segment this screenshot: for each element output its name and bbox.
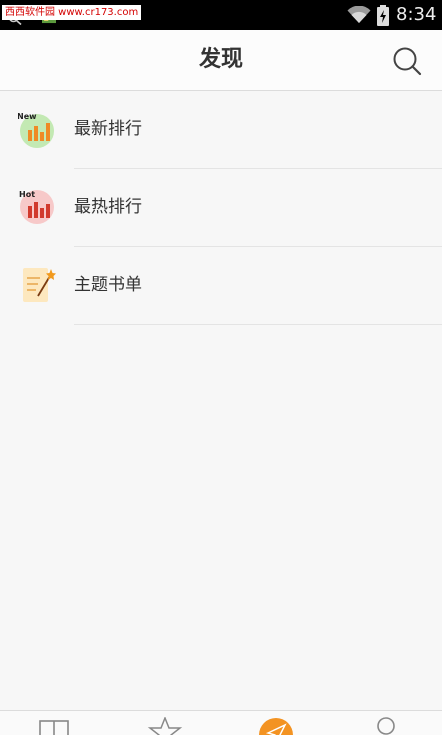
search-button[interactable] (390, 44, 424, 78)
list-item-hot-ranking[interactable]: Hot 最热排行 (0, 169, 442, 247)
wifi-icon (347, 6, 371, 23)
tab-favorites[interactable] (110, 711, 220, 735)
book-list-icon (23, 268, 56, 302)
status-time: 8:34 (396, 4, 437, 25)
tab-discover[interactable] (220, 711, 330, 735)
profile-icon (377, 717, 395, 735)
battery-icon (377, 5, 389, 26)
bottom-nav (0, 710, 442, 735)
list-item-label: 主题书单 (74, 275, 142, 295)
new-ranking-icon: New (18, 112, 54, 148)
tab-profile[interactable] (330, 711, 440, 735)
list-item-label: 最新排行 (74, 119, 142, 139)
list-item-book-list[interactable]: 主题书单 (0, 247, 442, 325)
list-item-new-ranking[interactable]: New 最新排行 (0, 91, 442, 169)
discover-list: New 最新排行 Hot 最热排行 主题书单 (0, 91, 442, 325)
star-icon (147, 717, 183, 735)
hot-badge: Hot (19, 190, 35, 199)
hot-ranking-icon: Hot (19, 190, 54, 224)
discover-icon (259, 718, 293, 735)
list-item-label: 最热排行 (74, 197, 142, 217)
divider (74, 324, 442, 325)
page-title: 发现 (198, 47, 243, 72)
watermark: 西西软件园 www.cr173.com (2, 5, 142, 20)
new-badge: New (18, 112, 37, 121)
search-icon (393, 47, 422, 76)
status-bar: 西西软件园 www.cr173.com 8:34 (0, 0, 442, 30)
title-bar: 发现 (0, 30, 442, 91)
tab-bookshelf[interactable] (0, 711, 110, 735)
bookshelf-icon (39, 720, 69, 735)
